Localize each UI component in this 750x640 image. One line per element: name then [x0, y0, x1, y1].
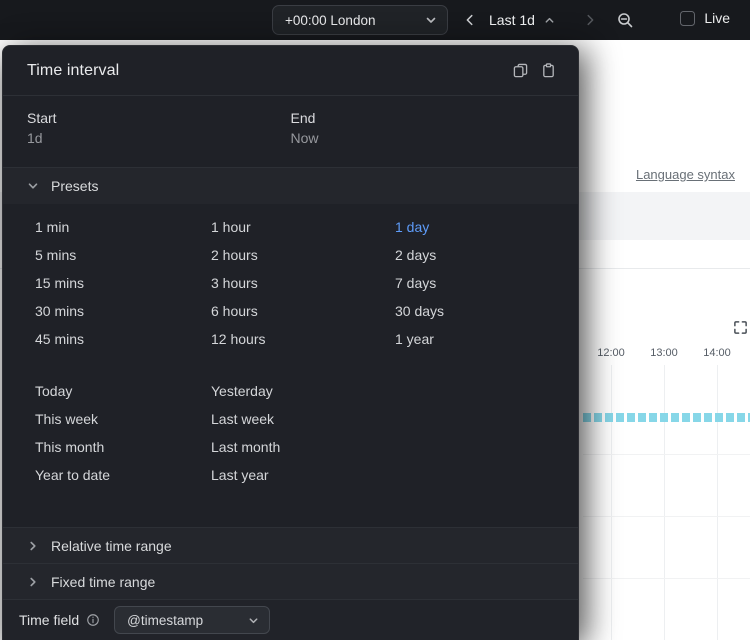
- presets-section-label: Presets: [51, 178, 99, 194]
- preset-item[interactable]: Last week: [211, 405, 274, 433]
- time-field-label: Time field: [19, 612, 80, 628]
- preset-item[interactable]: Last month: [211, 433, 280, 461]
- presets-section-toggle[interactable]: Presets: [3, 168, 578, 204]
- preset-item[interactable]: 3 hours: [211, 269, 258, 297]
- chart-gridline-vertical: [717, 365, 718, 640]
- time-field-value: @timestamp: [127, 612, 204, 628]
- time-interval-popover: Time interval Start 1d End Now Presets 1…: [2, 45, 579, 640]
- time-range-toggle[interactable]: Last 1d: [489, 8, 555, 32]
- relative-time-range-label: Relative time range: [51, 537, 172, 554]
- chevron-down-icon: [28, 183, 38, 189]
- popover-title: Time interval: [27, 61, 120, 79]
- end-label: End: [290, 110, 316, 126]
- live-label: Live: [704, 10, 730, 26]
- timezone-select[interactable]: +00:00 London: [272, 5, 448, 35]
- preset-item[interactable]: 2 days: [395, 241, 436, 269]
- chevron-left-icon: [466, 14, 473, 26]
- preset-item-selected[interactable]: 1 day: [395, 213, 429, 241]
- chart-gridline-vertical: [611, 365, 612, 640]
- fullscreen-icon: [733, 320, 747, 334]
- time-range-label: Last 1d: [489, 12, 535, 28]
- timezone-value: +00:00 London: [285, 12, 376, 28]
- popover-footer: Time field @timestamp: [3, 599, 578, 640]
- preset-item[interactable]: Today: [35, 377, 72, 405]
- screen: Language syntax 12:00 13:00 14:00 +00:00…: [0, 0, 750, 640]
- x-axis-label: 13:00: [650, 347, 678, 359]
- start-end-section: Start 1d End Now: [3, 96, 578, 168]
- log-volume-histogram: [583, 413, 750, 422]
- start-label: Start: [27, 110, 57, 126]
- fixed-time-range-label: Fixed time range: [51, 573, 156, 590]
- live-toggle: Live: [680, 10, 730, 26]
- start-value: 1d: [27, 130, 43, 146]
- x-axis-label: 14:00: [703, 347, 731, 359]
- popover-header: Time interval: [3, 46, 578, 96]
- preset-item[interactable]: 1 year: [395, 325, 434, 353]
- chevron-right-icon: [30, 541, 36, 550]
- start-column: Start 1d: [27, 110, 291, 167]
- end-value: Now: [290, 130, 319, 146]
- chevron-up-icon: [545, 17, 554, 23]
- chart-gridline-horizontal: [583, 516, 750, 517]
- presets-named-grid: Today Yesterday This week Last week This…: [3, 377, 578, 489]
- shift-range-back-button[interactable]: [458, 8, 482, 32]
- preset-item[interactable]: Last year: [211, 461, 269, 489]
- preset-item[interactable]: 1 hour: [211, 213, 251, 241]
- chart-gridline-horizontal: [583, 578, 750, 579]
- chart-gridline-horizontal: [583, 454, 750, 455]
- preset-item[interactable]: 5 mins: [35, 241, 76, 269]
- chevron-right-icon: [587, 14, 594, 26]
- live-checkbox[interactable]: [680, 10, 696, 26]
- preset-item[interactable]: 2 hours: [211, 241, 258, 269]
- preset-item[interactable]: 30 mins: [35, 297, 84, 325]
- chart-fullscreen-button[interactable]: [731, 318, 749, 336]
- preset-item[interactable]: This week: [35, 405, 98, 433]
- preset-item[interactable]: This month: [35, 433, 104, 461]
- x-axis-label: 12:00: [597, 347, 625, 359]
- shift-range-forward-button[interactable]: [578, 8, 602, 32]
- topbar: +00:00 London Last 1d Live: [0, 0, 750, 40]
- chevron-down-icon: [426, 17, 436, 23]
- preset-item[interactable]: 30 days: [395, 297, 444, 325]
- preset-item[interactable]: 45 mins: [35, 325, 84, 353]
- copy-interval-button[interactable]: [506, 57, 534, 85]
- fixed-time-range-toggle[interactable]: Fixed time range: [3, 563, 578, 599]
- chevron-right-icon: [30, 577, 36, 586]
- paste-interval-button[interactable]: [534, 57, 562, 85]
- info-icon[interactable]: [86, 613, 100, 627]
- chart-gridline-vertical: [664, 365, 665, 640]
- preset-item[interactable]: 15 mins: [35, 269, 84, 297]
- language-syntax-link[interactable]: Language syntax: [636, 167, 735, 182]
- presets-body: 1 min 1 hour 1 day 5 mins 2 hours 2 days…: [3, 204, 578, 527]
- presets-grid: 1 min 1 hour 1 day 5 mins 2 hours 2 days…: [3, 213, 578, 353]
- zoom-out-icon: [617, 12, 632, 27]
- chevron-down-icon: [249, 617, 258, 623]
- preset-item[interactable]: 1 min: [35, 213, 69, 241]
- preset-item[interactable]: Yesterday: [211, 377, 273, 405]
- preset-item[interactable]: 6 hours: [211, 297, 258, 325]
- zoom-out-button[interactable]: [612, 7, 638, 33]
- preset-item[interactable]: 12 hours: [211, 325, 265, 353]
- clipboard-icon: [542, 63, 554, 78]
- relative-time-range-toggle[interactable]: Relative time range: [3, 527, 578, 563]
- end-column: End Now: [291, 110, 555, 167]
- preset-item[interactable]: 7 days: [395, 269, 436, 297]
- presets-group-gap: [3, 353, 578, 377]
- time-field-select[interactable]: @timestamp: [114, 606, 271, 634]
- preset-item[interactable]: Year to date: [35, 461, 110, 489]
- copy-icon: [513, 63, 527, 78]
